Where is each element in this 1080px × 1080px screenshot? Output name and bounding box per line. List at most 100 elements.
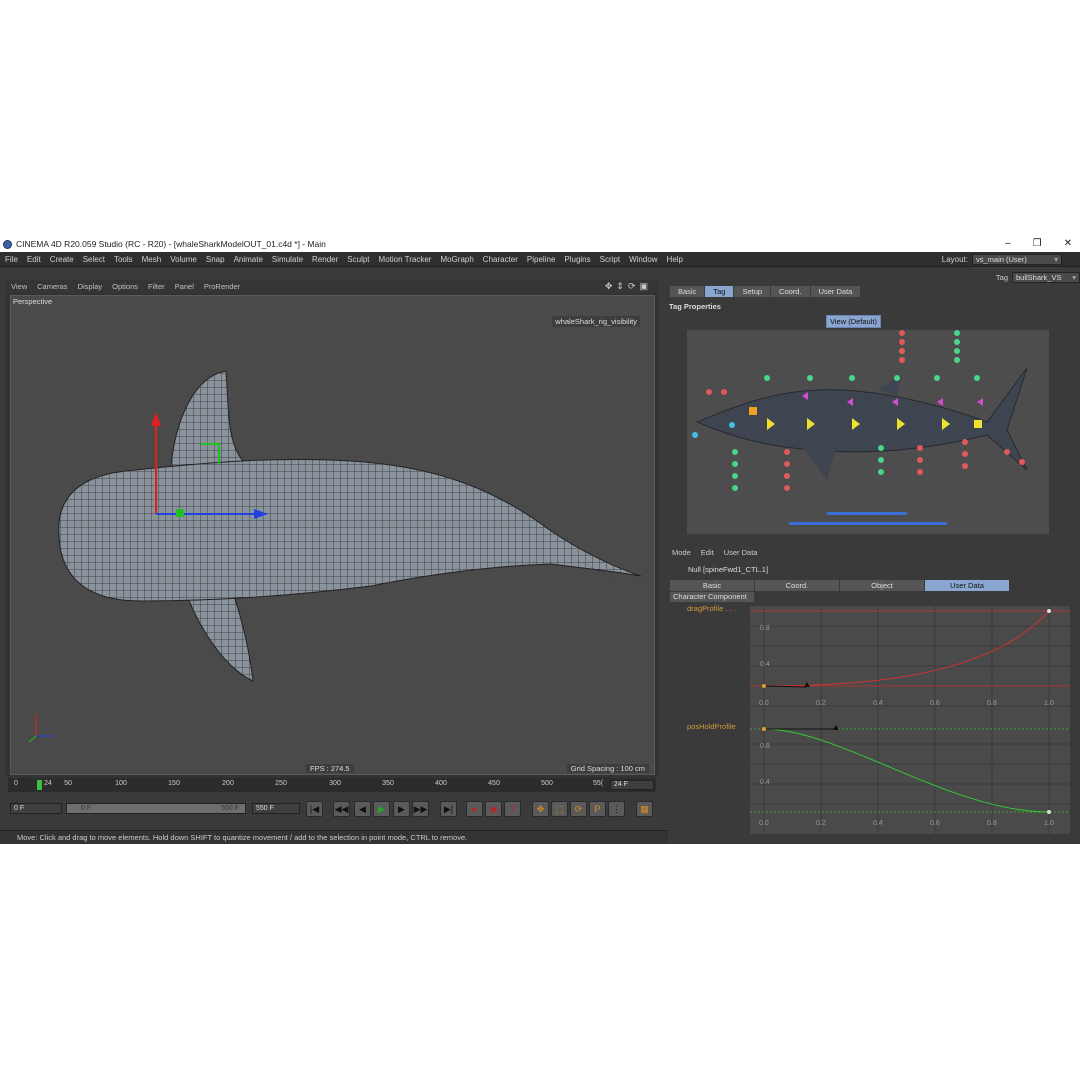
timeline-tick-label: 100 <box>115 780 127 787</box>
am-tab-object[interactable]: Object <box>840 580 924 591</box>
tab-user-data[interactable]: User Data <box>810 286 861 297</box>
timeline-tick-label: 0 <box>14 780 18 787</box>
minimize-button[interactable]: – <box>1005 236 1011 252</box>
menu-plugins[interactable]: Plugins <box>559 255 594 264</box>
menu-sculpt[interactable]: Sculpt <box>342 255 373 264</box>
play-icon[interactable]: ▶ <box>373 801 390 817</box>
shark-rig-view[interactable] <box>687 330 1049 534</box>
autokey-icon[interactable]: ◉ <box>485 801 502 817</box>
maximize-view-icon[interactable]: ▣ <box>639 281 648 292</box>
menu-mograph[interactable]: MoGraph <box>435 255 477 264</box>
range-slider[interactable]: 0 F 550 F <box>66 803 246 814</box>
drag-profile-graph[interactable]: 0.8 0.4 0.0 0.2 0.4 0.6 0.8 1.0 <box>750 606 1070 726</box>
shark-rig-diagram <box>692 330 1028 525</box>
keyframe-selection-icon[interactable]: ? <box>504 801 521 817</box>
view-default-button[interactable]: View (Default) <box>826 315 881 328</box>
record-parameter-icon[interactable]: P <box>589 801 606 817</box>
viewport-menu-prorender[interactable]: ProRender <box>199 282 245 291</box>
drag-x-tick-5: 1.0 <box>1044 700 1054 707</box>
menu-snap[interactable]: Snap <box>201 255 229 264</box>
menu-help[interactable]: Help <box>662 255 687 264</box>
viewport-menu-display[interactable]: Display <box>73 282 108 291</box>
record-pla-icon[interactable]: ⋮ <box>608 801 625 817</box>
section-tag-properties: Tag Properties <box>669 302 721 311</box>
end-frame-field[interactable]: 550 F <box>252 803 300 814</box>
tab-tag[interactable]: Tag <box>705 286 734 297</box>
am-menu-mode[interactable]: Mode <box>670 548 691 557</box>
menu-simulate[interactable]: Simulate <box>267 255 307 264</box>
am-menu-edit[interactable]: Edit <box>699 548 714 557</box>
rotate-view-icon[interactable]: ⟳ <box>628 281 636 292</box>
viewport-menu-filter[interactable]: Filter <box>143 282 170 291</box>
current-frame-marker[interactable] <box>37 780 42 790</box>
tab-coord[interactable]: Coord. <box>771 286 810 297</box>
viewport-menu-cameras[interactable]: Cameras <box>32 282 72 291</box>
layout-dropdown[interactable]: vs_main (User) <box>972 254 1062 265</box>
menu-script[interactable]: Script <box>595 255 624 264</box>
go-to-end-icon[interactable]: ▶| <box>440 801 457 817</box>
3d-viewport[interactable]: Perspective whaleShark_rig_visibility FP… <box>10 295 655 775</box>
drag-profile-curve: 0.8 0.4 0.0 0.2 0.4 0.6 0.8 1.0 <box>750 606 1070 726</box>
previous-frame-icon[interactable]: ◀ <box>354 801 371 817</box>
timeline-tick-label: 450 <box>488 780 500 787</box>
menu-render[interactable]: Render <box>307 255 342 264</box>
menu-character[interactable]: Character <box>478 255 522 264</box>
close-button[interactable]: ✕ <box>1064 236 1072 252</box>
tab-setup[interactable]: Setup <box>734 286 771 297</box>
c4d-logo-icon <box>3 239 12 249</box>
menu-animate[interactable]: Animate <box>229 255 267 264</box>
viewport-menu-options[interactable]: Options <box>107 282 143 291</box>
attributes-manager: Mode Edit User Data Null [spineFwd1_CTL.… <box>668 546 1080 844</box>
timeline-tick-label: 350 <box>382 780 394 787</box>
viewport-menu-view[interactable]: View <box>6 282 32 291</box>
menu-file[interactable]: File <box>0 255 22 264</box>
record-keys-icon[interactable]: ● <box>466 801 483 817</box>
menu-tools[interactable]: Tools <box>109 255 137 264</box>
drag-x-tick-4: 0.8 <box>987 700 997 707</box>
am-menu-user-data[interactable]: User Data <box>722 548 758 557</box>
record-rotation-icon[interactable]: ⟳ <box>570 801 587 817</box>
record-scale-icon[interactable]: ⬚ <box>551 801 568 817</box>
go-to-start-icon[interactable]: |◀ <box>306 801 323 817</box>
am-tab-basic[interactable]: Basic <box>670 580 754 591</box>
start-frame-field[interactable]: 0 F <box>10 803 62 814</box>
tag-label: Tag <box>995 273 1008 282</box>
zoom-view-icon[interactable]: ⇕ <box>616 281 624 292</box>
viewport-menu-panel[interactable]: Panel <box>170 282 199 291</box>
menu-motion-tracker[interactable]: Motion Tracker <box>374 255 436 264</box>
timeline-tick-label: 50 <box>64 780 72 787</box>
move-view-icon[interactable]: ✥ <box>605 281 613 292</box>
am-tab-coord[interactable]: Coord. <box>755 580 839 591</box>
record-position-icon[interactable]: ✥ <box>532 801 549 817</box>
next-frame-icon[interactable]: ▶ <box>393 801 410 817</box>
menu-mesh[interactable]: Mesh <box>137 255 166 264</box>
am-tab-user-data[interactable]: User Data <box>925 580 1009 591</box>
pos-hold-profile-graph[interactable]: 0.8 0.4 0.0 0.2 0.4 0.6 0.8 1.0 <box>750 724 1070 834</box>
character-component-group[interactable]: Character Component <box>670 592 754 602</box>
tab-basic[interactable]: Basic <box>670 286 705 297</box>
timeline-tick-label: 400 <box>435 780 447 787</box>
scheme-settings-icon[interactable]: ▦ <box>636 801 653 817</box>
poshold-x-tick-0: 0.0 <box>759 820 769 827</box>
menu-create[interactable]: Create <box>45 255 78 264</box>
fps-readout: FPS : 274.5 <box>306 764 354 773</box>
restore-button[interactable]: ❐ <box>1033 236 1042 252</box>
drag-profile-label: dragProfile . . . <box>687 604 736 613</box>
tag-dropdown[interactable]: bullShark_VS <box>1012 272 1080 283</box>
menu-volume[interactable]: Volume <box>165 255 201 264</box>
fps-field[interactable]: 24 F <box>610 780 654 790</box>
menu-select[interactable]: Select <box>78 255 109 264</box>
pos-hold-profile-label: posHoldProfile <box>687 722 736 731</box>
menu-window[interactable]: Window <box>624 255 661 264</box>
rig-visibility-badge[interactable]: whaleShark_rig_visibility <box>552 316 640 327</box>
title-bar: CINEMA 4D R20.059 Studio (RC - R20) - [w… <box>0 236 1080 252</box>
menu-pipeline[interactable]: Pipeline <box>522 255 559 264</box>
previous-keyframe-icon[interactable]: ◀◀ <box>333 801 350 817</box>
next-keyframe-icon[interactable]: ▶▶ <box>412 801 429 817</box>
drag-x-tick-1: 0.2 <box>816 700 826 707</box>
poshold-x-tick-3: 0.6 <box>930 820 940 827</box>
poshold-y-tick-0: 0.8 <box>760 743 770 750</box>
poshold-x-tick-4: 0.8 <box>987 820 997 827</box>
timeline-ruler[interactable]: 0 24 50 100 150 200 250 300 350 400 450 500 55( 24 F <box>8 778 656 792</box>
menu-edit[interactable]: Edit <box>22 255 45 264</box>
